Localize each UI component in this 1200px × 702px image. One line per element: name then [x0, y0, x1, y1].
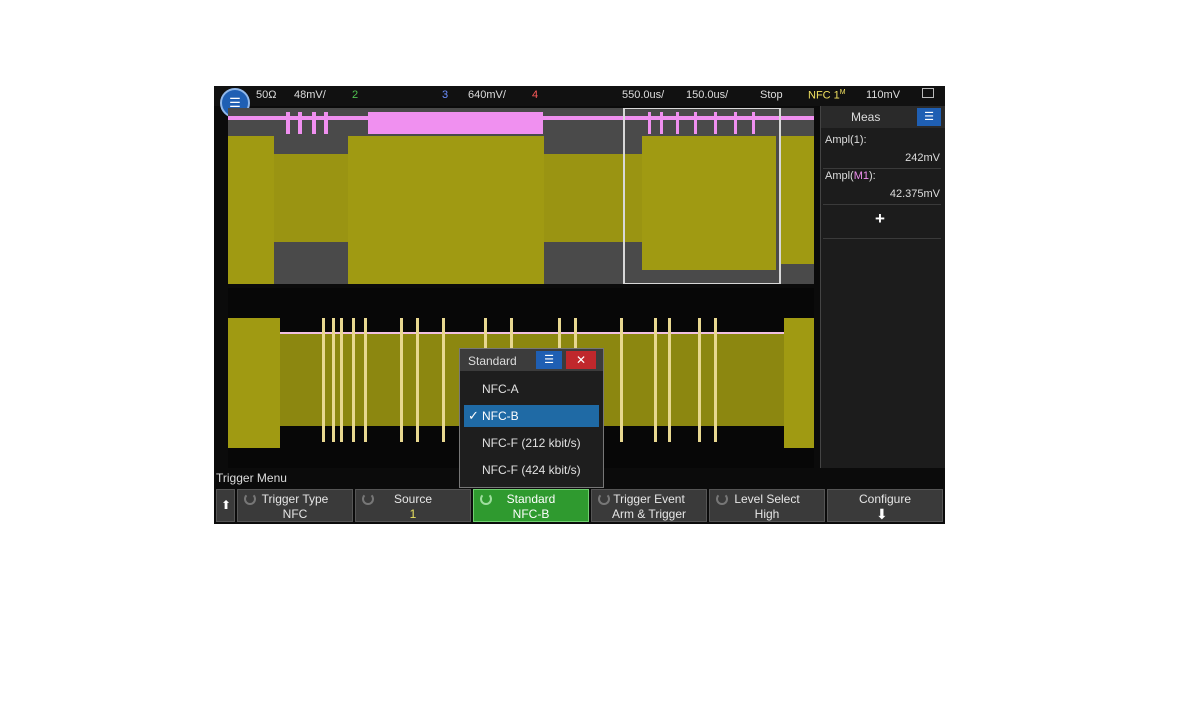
meas-divider — [823, 238, 941, 239]
meas-divider — [823, 168, 941, 169]
ch3-label[interactable]: 3 — [442, 89, 448, 101]
softkey-title: Standard — [506, 492, 556, 506]
popup-header: Standard ☰ ✕ — [460, 349, 603, 371]
checkmark-icon: ✓ — [468, 408, 479, 423]
add-measurement-button[interactable]: + — [875, 209, 885, 229]
trigger-superscript: M — [839, 89, 846, 96]
meas-2-label-suffix: ): — [869, 170, 876, 182]
main-waveform-svg — [228, 107, 814, 285]
option-label: NFC-F (424 kbit/s) — [482, 463, 581, 477]
softkey-title: Trigger Event — [613, 492, 685, 506]
option-label: NFC-B — [482, 409, 519, 423]
back-button[interactable]: ⬆ — [216, 489, 235, 522]
softkey-value: High — [754, 507, 780, 521]
ch1-scale[interactable]: 48mV/ — [294, 89, 326, 101]
softkey-trigger-type[interactable]: Trigger Type NFC — [237, 489, 353, 522]
ch4-label[interactable]: 4 — [532, 89, 538, 101]
status-bar: 50Ω 48mV/ 2 3 640mV/ 4 550.0us/ 150.0us/… — [214, 86, 945, 106]
meas-1-label: Ampl(1): — [825, 134, 867, 146]
softkey-level-select[interactable]: Level Select High — [709, 489, 825, 522]
softkey-title: Trigger Type — [261, 492, 329, 506]
zoom-math-baseline — [228, 332, 814, 334]
main-waveform-area[interactable] — [228, 107, 814, 285]
option-label: NFC-F (212 kbit/s) — [482, 436, 581, 450]
measurements-title: Meas — [851, 110, 881, 124]
softkey-standard[interactable]: Standard NFC-B — [473, 489, 589, 522]
ch2-label[interactable]: 2 — [352, 89, 358, 101]
popup-option-nfc-f-424[interactable]: NFC-F (424 kbit/s) — [464, 459, 599, 481]
standard-popup: Standard ☰ ✕ NFC-A ✓ NFC-B NFC-F (212 kb… — [459, 348, 604, 488]
popup-menu-icon[interactable]: ☰ — [536, 351, 562, 369]
down-arrow-icon: ⬇ — [876, 506, 888, 522]
ch1-impedance[interactable]: 50Ω — [256, 89, 276, 101]
trigger-level[interactable]: 110mV — [866, 89, 900, 101]
ch3-scale[interactable]: 640mV/ — [468, 89, 506, 101]
softkey-source[interactable]: Source 1 — [355, 489, 471, 522]
softkey-title: Source — [393, 492, 433, 506]
popup-close-button[interactable]: ✕ — [566, 351, 596, 369]
softkey-trigger-event[interactable]: Trigger Event Arm & Trigger — [591, 489, 707, 522]
popup-option-nfc-b[interactable]: ✓ NFC-B — [464, 405, 599, 427]
softkey-value: NFC-B — [512, 507, 550, 521]
oscilloscope-screen: 50Ω 48mV/ 2 3 640mV/ 4 550.0us/ 150.0us/… — [214, 86, 945, 524]
timebase-scale[interactable]: 550.0us/ — [622, 89, 664, 101]
popup-option-nfc-f-212[interactable]: NFC-F (212 kbit/s) — [464, 432, 599, 454]
screen-icon[interactable] — [922, 88, 934, 98]
meas-2-label-channel: M1 — [853, 170, 870, 182]
meas-1-value: 242mV — [905, 152, 940, 164]
up-arrow-icon: ⬆ — [221, 498, 232, 512]
meas-2-label[interactable]: Ampl(M1): — [825, 170, 876, 182]
option-label: NFC-A — [482, 382, 519, 396]
softkey-value: 1 — [409, 507, 417, 521]
measurements-header: Meas ☰ — [821, 106, 945, 128]
measurements-menu-icon[interactable]: ☰ — [917, 108, 941, 126]
softkey-title: Configure — [858, 492, 912, 506]
ch1-trace — [228, 136, 814, 284]
measurements-panel: Meas ☰ Ampl(1): 242mV Ampl(M1): 42.375mV… — [820, 106, 945, 468]
softkey-value: Arm & Trigger — [611, 507, 686, 521]
menu-title: Trigger Menu — [216, 471, 287, 485]
zoom-timebase[interactable]: 150.0us/ — [686, 89, 728, 101]
math-trace-burst — [368, 112, 543, 134]
meas-2-label-prefix: Ampl( — [825, 170, 854, 182]
softkey-configure[interactable]: Configure ⬇ — [827, 489, 943, 522]
popup-option-nfc-a[interactable]: NFC-A — [464, 378, 599, 400]
trigger-type-indicator[interactable]: NFC 1M — [808, 89, 846, 102]
trigger-type-text: NFC 1 — [808, 89, 840, 102]
meas-divider — [823, 204, 941, 205]
softkey-title: Level Select — [734, 492, 800, 506]
meas-2-value: 42.375mV — [889, 188, 940, 200]
run-state[interactable]: Stop — [760, 89, 783, 101]
softkey-value: NFC — [282, 507, 308, 521]
popup-title: Standard — [468, 354, 517, 368]
